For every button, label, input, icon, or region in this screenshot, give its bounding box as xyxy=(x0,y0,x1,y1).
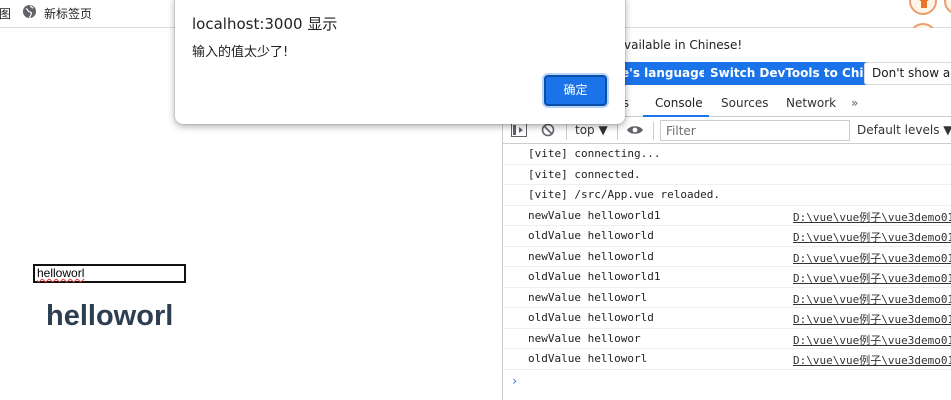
console-message-text: newValue hellowor xyxy=(528,331,641,345)
page-heading: helloworl xyxy=(46,300,174,332)
console-source-link[interactable]: D:\vue\vue例子\vue3demo01 xyxy=(793,332,951,348)
console-source-link[interactable]: D:\vue\vue例子\vue3demo01 xyxy=(793,229,951,245)
console-source-link[interactable]: D:\vue\vue例子\vue3demo01 xyxy=(793,311,951,327)
bookmark-new-tab-label: 新标签页 xyxy=(44,6,93,21)
console-message-text: [vite] connecting... xyxy=(528,147,661,160)
console-message-text: newValue helloworl xyxy=(528,290,648,304)
console-message: oldValue helloworld D:\vue\vue例子\vue3demo… xyxy=(503,308,951,329)
match-language-button[interactable]: e's language xyxy=(615,62,713,85)
active-tab-indicator xyxy=(643,115,709,117)
console-message: [vite] connected. xyxy=(503,165,951,185)
console-message-text: oldValue helloworld1 xyxy=(528,270,661,283)
console-message: [vite] /src/App.vue reloaded. xyxy=(503,185,951,206)
console-prompt[interactable]: › xyxy=(503,370,951,391)
console-message-text: oldValue helloworld xyxy=(528,229,654,242)
console-source-link[interactable]: D:\vue\vue例子\vue3demo01 xyxy=(793,352,951,368)
tab-sources[interactable]: Sources xyxy=(721,96,768,110)
console-message-text: newValue helloworld1 xyxy=(528,208,661,222)
prompt-chevron-icon: › xyxy=(511,373,519,388)
log-levels-label: Default levels xyxy=(857,123,940,137)
alert-dialog: localhost:3000 显示 输入的值太少了! 确定 xyxy=(175,0,625,124)
toolbar-divider xyxy=(653,122,654,140)
console-message-text: oldValue helloworl xyxy=(528,352,648,365)
console-source-link[interactable]: D:\vue\vue例子\vue3demo01 xyxy=(793,209,951,225)
ok-button[interactable]: 确定 xyxy=(544,75,607,106)
eye-icon[interactable] xyxy=(626,124,644,139)
filter-input[interactable]: Filter xyxy=(660,120,850,141)
console-message: newValue helloworld1 D:\vue\vue例子\vue3dem… xyxy=(503,206,951,226)
context-label: top xyxy=(575,123,595,137)
context-selector[interactable]: top ▼ xyxy=(575,123,608,137)
bookmark-item-partial[interactable]: 图 xyxy=(0,5,11,22)
console-message: newValue helloworld D:\vue\vue例子\vue3demo… xyxy=(503,247,951,267)
console-message: oldValue helloworld1 D:\vue\vue例子\vue3dem… xyxy=(503,267,951,288)
console-message-text: oldValue helloworld xyxy=(528,311,654,324)
console-message-text: newValue helloworld xyxy=(528,249,654,263)
console-message: newValue helloworl D:\vue\vue例子\vue3demo0… xyxy=(503,288,951,308)
console-message: oldValue helloworld D:\vue\vue例子\vue3demo… xyxy=(503,226,951,247)
globe-icon xyxy=(22,4,37,22)
console-source-link[interactable]: D:\vue\vue例子\vue3demo01 xyxy=(793,291,951,307)
clear-console-icon[interactable] xyxy=(541,123,555,140)
filter-placeholder: Filter xyxy=(666,124,696,138)
dialog-message: 输入的值太少了! xyxy=(192,45,289,60)
extension-icon-2[interactable] xyxy=(944,0,951,15)
dialog-title: localhost:3000 显示 xyxy=(192,15,338,33)
browser-window: 图 新标签页 helloworl helloworl vailable in C… xyxy=(0,0,951,400)
toolbar-divider xyxy=(617,122,618,140)
toolbar-divider xyxy=(566,122,567,140)
console-source-link[interactable]: D:\vue\vue例子\vue3demo01 xyxy=(793,250,951,266)
console-message: oldValue helloworl D:\vue\vue例子\vue3demo0… xyxy=(503,349,951,370)
console-messages: [vite] connecting... [vite] connected. [vi… xyxy=(503,144,951,390)
console-message-text: [vite] /src/App.vue reloaded. xyxy=(528,188,721,201)
bookmark-new-tab[interactable]: 新标签页 xyxy=(22,4,92,22)
console-source-link[interactable]: D:\vue\vue例子\vue3demo01 xyxy=(793,270,951,286)
dont-show-again-button[interactable]: Don't show ag xyxy=(864,62,951,85)
tab-console[interactable]: Console xyxy=(655,96,703,110)
more-tabs-icon[interactable]: » xyxy=(851,96,858,110)
text-input[interactable]: helloworl xyxy=(33,264,186,283)
extension-icon-1[interactable] xyxy=(909,0,937,15)
console-message: newValue hellowor D:\vue\vue例子\vue3demo01 xyxy=(503,329,951,349)
console-message-text: [vite] connected. xyxy=(528,167,641,181)
sidebar-toggle-icon[interactable] xyxy=(511,123,527,140)
console-message: [vite] connecting... xyxy=(503,144,951,165)
log-levels-dropdown[interactable]: Default levels ▼ xyxy=(857,123,951,137)
infobar-message: vailable in Chinese! xyxy=(624,38,743,52)
text-input-value: helloworl xyxy=(37,266,85,280)
tab-network[interactable]: Network xyxy=(786,96,836,110)
